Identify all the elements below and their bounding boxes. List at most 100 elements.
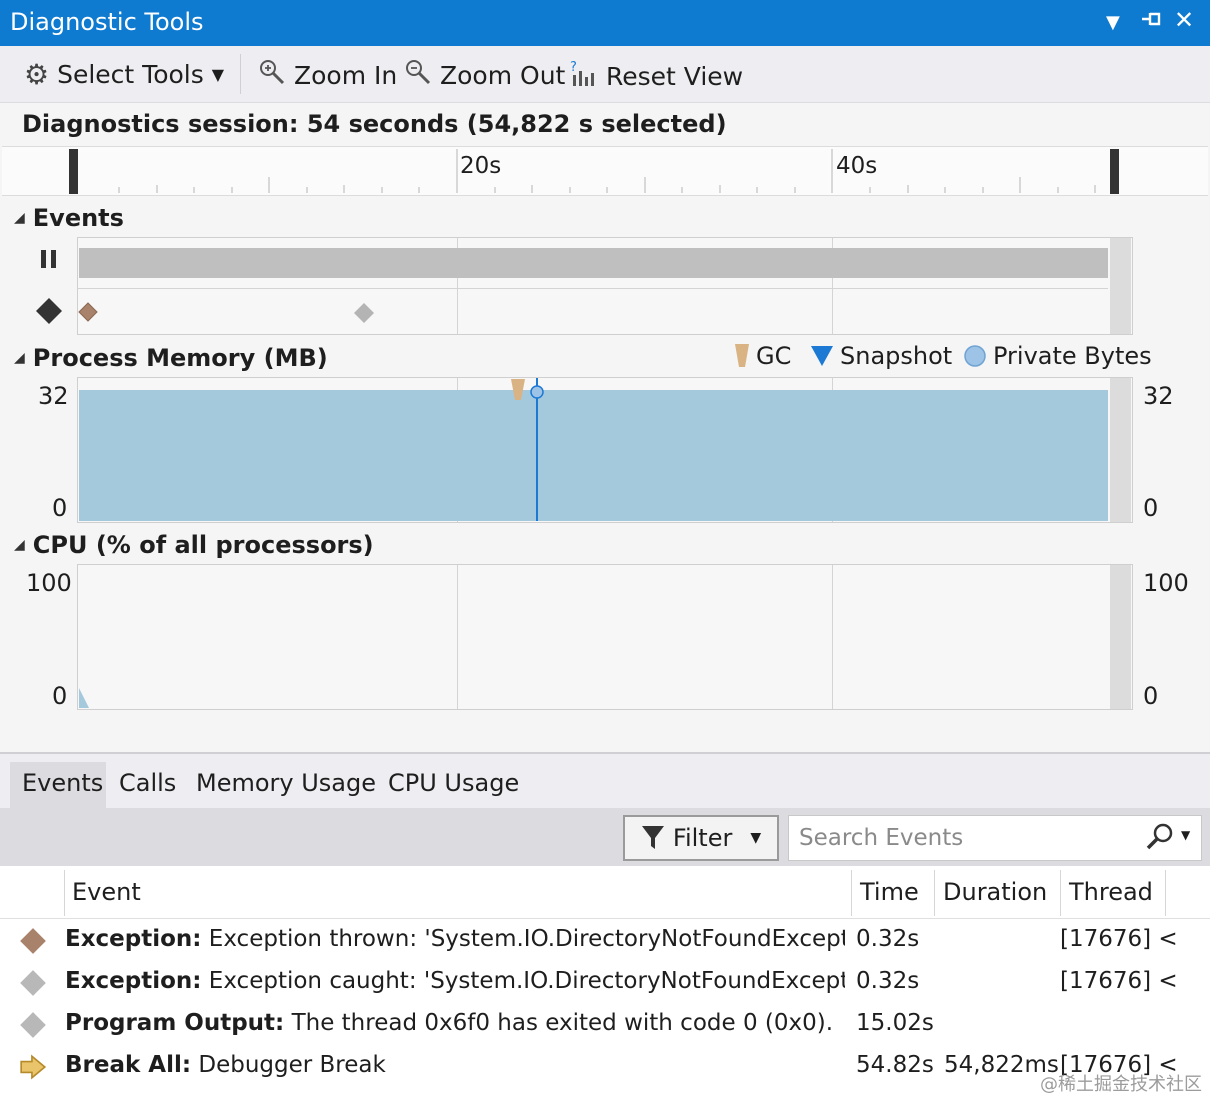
break-arrow-icon <box>20 1054 47 1080</box>
window-title: Diagnostic Tools <box>10 8 204 36</box>
collapse-triangle-icon: ◢ <box>14 537 25 553</box>
table-row[interactable]: Exception: Exception thrown: 'System.IO.… <box>0 920 1210 962</box>
grid-line <box>832 565 833 709</box>
memory-section-header[interactable]: ◢ Process Memory (MB) <box>14 344 328 372</box>
zoom-in-icon <box>258 58 286 92</box>
chevron-down-icon: ▼ <box>211 65 225 84</box>
event-text: Debugger Break <box>191 1052 386 1078</box>
tab-calls[interactable]: Calls <box>117 769 178 797</box>
pin-icon[interactable] <box>1138 6 1164 38</box>
column-separator <box>851 870 852 916</box>
time-cell: 0.32s <box>856 968 920 994</box>
memory-graph[interactable] <box>77 377 1133 523</box>
tab-memory-usage[interactable]: Memory Usage <box>194 769 378 797</box>
memory-scroll-strip <box>1110 378 1131 522</box>
table-row[interactable]: Exception: Exception caught: 'System.IO.… <box>0 962 1210 1004</box>
reset-view-button[interactable]: ? Reset View <box>568 58 743 94</box>
title-bar: Diagnostic Tools ▼ ✕ <box>0 0 1210 46</box>
legend-gc: GC <box>734 342 791 370</box>
zoom-out-icon <box>404 58 432 92</box>
thread-cell: [17676] < <box>1060 968 1178 994</box>
column-header-time[interactable]: Time <box>860 878 919 906</box>
tab-events-label: Events <box>22 769 104 797</box>
column-separator <box>64 870 65 916</box>
search-box[interactable]: ▼ <box>788 815 1202 861</box>
table-row[interactable]: Program Output: The thread 0x6f0 has exi… <box>0 1004 1210 1046</box>
time-cell: 15.02s <box>856 1010 934 1036</box>
zoom-out-label: Zoom Out <box>440 60 566 90</box>
zoom-in-label: Zoom In <box>294 60 398 90</box>
legend-snapshot: Snapshot <box>810 342 952 370</box>
column-header-duration[interactable]: Duration <box>943 878 1047 906</box>
chevron-down-icon: ▼ <box>750 830 762 846</box>
exception-thrown-marker[interactable] <box>78 302 98 326</box>
event-cell: Break All: Debugger Break <box>65 1052 845 1078</box>
zoom-in-button[interactable]: Zoom In <box>258 58 397 92</box>
search-options-chevron-icon[interactable]: ▼ <box>1181 828 1190 842</box>
event-cell: Exception: Exception caught: 'System.IO.… <box>65 968 845 994</box>
ruler-ticks <box>69 149 1119 194</box>
watermark: @稀土掘金技术社区 <box>1040 1074 1202 1095</box>
thread-cell: [17676] < <box>1060 926 1178 952</box>
toolbar: ⚙ Select Tools ▼ Zoom In Zoom Out ? Rese… <box>0 46 1210 103</box>
close-icon[interactable]: ✕ <box>1174 6 1194 34</box>
memory-section-title: Process Memory (MB) <box>32 344 328 372</box>
event-kind: Exception: <box>65 968 202 994</box>
column-header-thread[interactable]: Thread <box>1069 878 1153 906</box>
track-scroll-strip <box>1110 238 1131 334</box>
cpu-usage-area <box>79 688 89 708</box>
grid-line <box>457 565 458 709</box>
select-tools-button[interactable]: ⚙ Select Tools ▼ <box>24 58 224 91</box>
reset-view-icon: ? <box>568 58 598 94</box>
cpu-graph[interactable] <box>77 564 1133 710</box>
cpu-scroll-strip <box>1110 565 1131 709</box>
exception-thrown-icon <box>20 928 46 954</box>
reset-view-label: Reset View <box>606 61 744 91</box>
event-text: The thread 0x6f0 has exited with code 0 … <box>284 1010 834 1036</box>
ruler-tick-40s: 40s <box>836 153 878 179</box>
gc-marker[interactable] <box>510 378 526 406</box>
funnel-icon <box>641 826 664 849</box>
event-text: Exception thrown: 'System.IO.DirectoryNo… <box>201 926 845 952</box>
cpu-y-max-left: 100 <box>26 569 72 597</box>
collapse-triangle-icon: ◢ <box>14 210 25 226</box>
column-separator <box>934 870 935 916</box>
filter-label: Filter <box>672 824 733 852</box>
table-row[interactable]: Break All: Debugger Break 54.82s 54,822m… <box>0 1046 1210 1088</box>
search-events-input[interactable] <box>797 822 1141 854</box>
cpu-y-min-left: 0 <box>52 682 68 710</box>
detail-tabs: Events Calls Memory Usage CPU Usage <box>0 752 1210 810</box>
select-tools-label: Select Tools <box>57 60 204 89</box>
time-cell: 54.82s <box>856 1052 934 1078</box>
filter-bar: Filter ▼ ▼ <box>0 808 1210 866</box>
cpu-y-max-right: 100 <box>1143 569 1189 597</box>
gc-icon <box>735 344 749 367</box>
memory-y-max-right: 32 <box>1143 382 1174 410</box>
events-table: Event Time Duration Thread Exception: Ex… <box>0 866 1210 1102</box>
pause-icon <box>38 248 60 274</box>
tab-events[interactable]: Events <box>10 762 106 808</box>
memory-y-max-left: 32 <box>38 382 69 410</box>
table-header: Event Time Duration Thread <box>0 866 1210 919</box>
cpu-section-header[interactable]: ◢ CPU (% of all processors) <box>14 531 374 559</box>
tab-cpu-usage[interactable]: CPU Usage <box>386 769 521 797</box>
events-section-header[interactable]: ◢ Events <box>14 204 124 232</box>
debugger-break-bar[interactable] <box>79 248 1108 278</box>
column-header-event[interactable]: Event <box>72 878 141 906</box>
ruler-tick-20s: 20s <box>460 153 502 179</box>
events-track[interactable] <box>77 237 1133 335</box>
snapshot-marker[interactable] <box>529 384 545 404</box>
time-ruler[interactable]: 20s 40s <box>2 146 1208 196</box>
column-separator <box>1060 870 1061 916</box>
event-kind: Program Output: <box>65 1010 285 1036</box>
cpu-y-min-right: 0 <box>1143 682 1159 710</box>
time-cell: 0.32s <box>856 926 920 952</box>
zoom-out-button[interactable]: Zoom Out <box>404 58 565 92</box>
dropdown-arrow-icon[interactable]: ▼ <box>1106 12 1120 33</box>
event-kind: Break All: <box>65 1052 192 1078</box>
svg-text:?: ? <box>570 60 577 75</box>
search-icon[interactable] <box>1145 822 1175 858</box>
cpu-section-title: CPU (% of all processors) <box>32 531 374 559</box>
filter-button[interactable]: Filter ▼ <box>623 815 779 861</box>
program-output-marker[interactable] <box>353 302 375 328</box>
